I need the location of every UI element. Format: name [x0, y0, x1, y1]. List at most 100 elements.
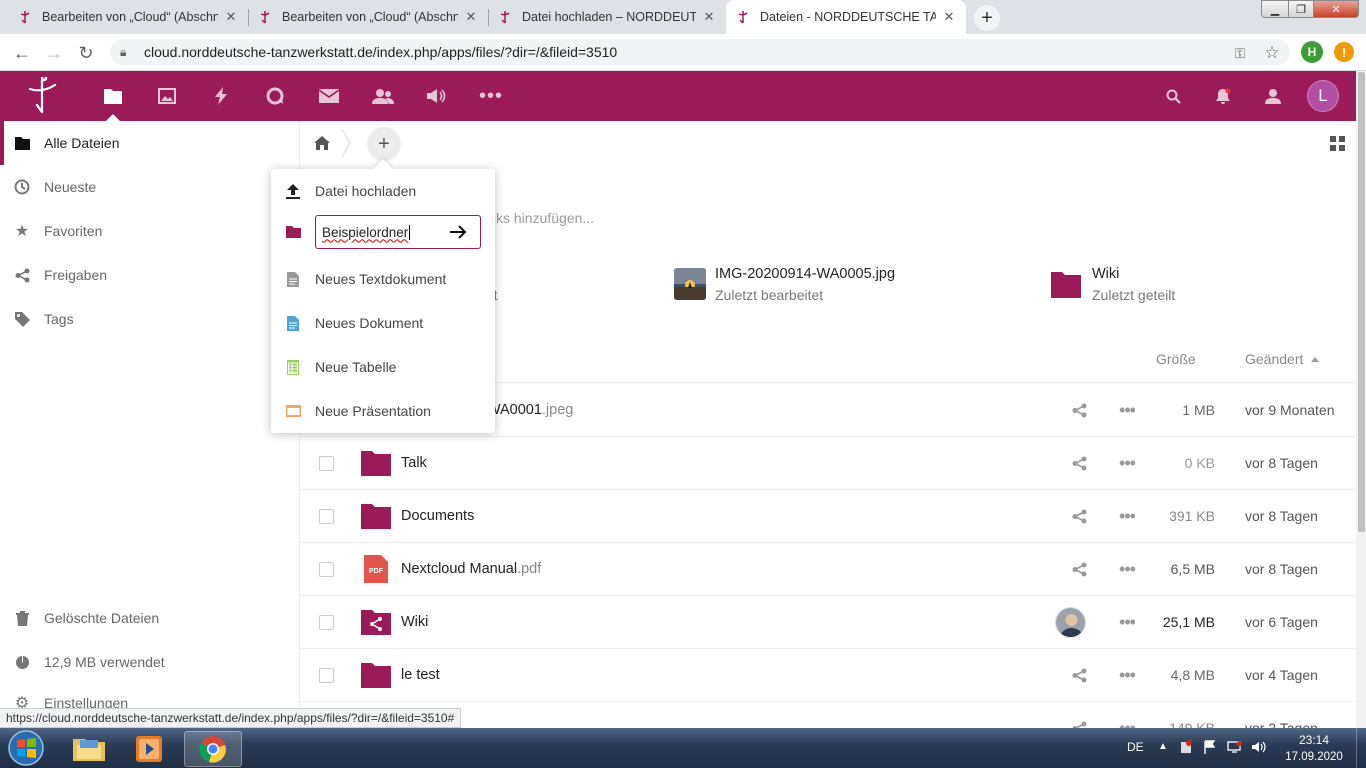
sidebar-item-recent[interactable]: Neueste [0, 165, 299, 209]
tab-close-icon[interactable]: ✕ [224, 9, 238, 25]
more-actions-icon[interactable]: ••• [1116, 506, 1138, 527]
chrome-taskbar-icon[interactable] [184, 731, 242, 767]
share-icon[interactable] [1070, 507, 1088, 525]
breadcrumb-home-icon[interactable] [312, 133, 332, 153]
more-apps-icon[interactable]: ••• [466, 71, 516, 121]
announcements-app-icon[interactable] [412, 71, 462, 121]
browser-tab-2[interactable]: Bearbeiten von „Cloud“ (Abschnitt ✕ [248, 0, 488, 34]
column-modified-header[interactable]: Geändert [1245, 351, 1303, 367]
tab-close-icon[interactable]: ✕ [942, 9, 956, 25]
recent-item-thumbnail[interactable] [674, 268, 706, 300]
active-app-indicator [106, 114, 120, 121]
photos-app-icon[interactable] [142, 71, 192, 121]
sidebar-item-settings[interactable]: ⚙ Einstellungen [0, 684, 299, 708]
browser-tab-active[interactable]: Dateien - NORDDEUTSCHE TANZ ✕ [726, 0, 966, 34]
sidebar-item-deleted-files[interactable]: Gelöschte Dateien [0, 596, 299, 640]
menu-item-new-presentation[interactable]: Neue Präsentation [271, 389, 495, 433]
action-center-flag-icon[interactable] [1203, 740, 1217, 754]
close-window-button[interactable]: ✕ [1313, 0, 1359, 18]
explorer-taskbar-icon[interactable] [60, 731, 118, 767]
row-checkbox[interactable] [319, 455, 334, 471]
more-actions-icon[interactable]: ••• [1116, 612, 1138, 633]
row-checkbox[interactable] [319, 508, 334, 524]
volume-icon[interactable] [1251, 740, 1267, 754]
recent-folder-icon[interactable] [1051, 270, 1081, 298]
page-scrollbar-thumb[interactable] [1358, 72, 1365, 532]
menu-item-new-text-document[interactable]: Neues Textdokument [271, 257, 495, 301]
file-name[interactable]: Documents [401, 508, 474, 524]
key-icon[interactable]: ⚿ [1229, 42, 1251, 64]
menu-item-new-spreadsheet[interactable]: Neue Tabelle [271, 345, 495, 389]
windows-start-button[interactable] [4, 729, 48, 767]
talk-app-icon[interactable] [250, 71, 300, 121]
forward-icon[interactable]: → [44, 43, 64, 63]
file-name[interactable]: le test [401, 667, 440, 683]
input-language-indicator[interactable]: DE [1127, 740, 1144, 754]
notifications-bell-icon[interactable] [1198, 71, 1248, 121]
logo[interactable] [22, 74, 62, 115]
table-row[interactable]: le test ••• 4,8 MB vor 4 Tagen [300, 649, 1356, 702]
more-actions-icon[interactable]: ••• [1116, 718, 1138, 729]
maximize-window-button[interactable]: ❐ [1288, 0, 1314, 18]
mail-app-icon[interactable] [304, 71, 354, 121]
table-row[interactable]: Wiki ••• 25,1 MB vor 6 Tagen [300, 596, 1356, 649]
file-name[interactable]: Nextcloud Manual.pdf [401, 561, 541, 577]
network-icon[interactable] [1227, 740, 1243, 754]
description-placeholder[interactable]: links hinzufügen... [482, 210, 594, 226]
share-icon[interactable] [1070, 560, 1088, 578]
more-actions-icon[interactable]: ••• [1116, 400, 1138, 421]
sidebar-item-tags[interactable]: Tags [0, 297, 299, 341]
table-row[interactable]: PDF Nextcloud Manual.pdf ••• 6,5 MB vor … [300, 543, 1356, 596]
show-hidden-icons-icon[interactable]: ▲ [1158, 741, 1168, 752]
table-row[interactable]: Documents ••• 391 KB vor 8 Tagen [300, 490, 1356, 543]
share-icon[interactable] [1070, 719, 1088, 728]
share-icon[interactable] [1070, 666, 1088, 684]
menu-item-upload-file[interactable]: Datei hochladen [271, 169, 495, 213]
media-player-taskbar-icon[interactable] [120, 731, 178, 767]
more-actions-icon[interactable]: ••• [1116, 665, 1138, 686]
show-desktop-button[interactable] [1356, 728, 1366, 768]
search-icon[interactable] [1148, 71, 1198, 121]
grid-view-toggle-icon[interactable] [1330, 136, 1345, 151]
browser-profile-avatar[interactable]: H [1301, 41, 1323, 63]
file-name[interactable]: Wiki [401, 614, 428, 630]
contacts-app-icon[interactable] [358, 71, 408, 121]
back-icon[interactable]: ← [12, 43, 32, 63]
reload-icon[interactable]: ↻ [76, 43, 96, 63]
row-checkbox[interactable] [319, 667, 334, 683]
table-row[interactable]: Talk ••• 0 KB vor 8 Tagen [300, 437, 1356, 490]
menu-item-new-document[interactable]: Neues Dokument [271, 301, 495, 345]
sidebar-item-favorites[interactable]: ★ Favoriten [0, 209, 299, 253]
file-name[interactable]: Talk [401, 455, 427, 471]
browser-tab-1[interactable]: Bearbeiten von „Cloud“ (Abschnitt ✕ [8, 0, 248, 34]
new-tab-button[interactable]: + [974, 5, 1000, 31]
row-checkbox[interactable] [319, 614, 334, 630]
share-owner-avatar[interactable] [1055, 606, 1086, 638]
contacts-menu-icon[interactable] [1248, 71, 1298, 121]
sidebar-item-all-files[interactable]: Alle Dateien [0, 121, 299, 165]
row-checkbox[interactable] [319, 561, 334, 577]
column-size-header[interactable]: Größe [1156, 351, 1196, 367]
browser-tab-3[interactable]: Datei hochladen – NORDDEUTSCHE ✕ [488, 0, 726, 34]
bookmark-star-icon[interactable]: ☆ [1261, 42, 1283, 64]
tray-app-icon[interactable] [1179, 740, 1193, 754]
activity-app-icon[interactable] [196, 71, 246, 121]
user-avatar[interactable]: L [1307, 80, 1339, 112]
share-icon[interactable] [1070, 454, 1088, 472]
taskbar-clock-date[interactable]: 17.09.2020 [1284, 751, 1344, 763]
minimize-window-button[interactable]: ▁ [1261, 0, 1289, 18]
browser-update-alert-icon[interactable]: ! [1334, 42, 1354, 62]
address-bar[interactable]: 🔒︎ cloud.norddeutsche-tanzwerkstatt.de/i… [110, 39, 1290, 65]
file-name[interactable]: -WA0001.jpeg [482, 402, 573, 418]
tab-close-icon[interactable]: ✕ [464, 9, 478, 25]
tab-close-icon[interactable]: ✕ [702, 9, 716, 25]
new-file-button[interactable]: + [367, 127, 401, 161]
more-actions-icon[interactable]: ••• [1116, 453, 1138, 474]
share-icon[interactable] [1070, 401, 1088, 419]
sidebar-item-shares[interactable]: Freigaben [0, 253, 299, 297]
recent-item-2-name[interactable]: IMG-20200914-WA0005.jpg [715, 266, 895, 282]
recent-item-3-name[interactable]: Wiki [1092, 266, 1119, 282]
taskbar-clock-time[interactable]: 23:14 [1286, 733, 1342, 747]
more-actions-icon[interactable]: ••• [1116, 559, 1138, 580]
confirm-arrow-icon[interactable] [447, 220, 471, 244]
